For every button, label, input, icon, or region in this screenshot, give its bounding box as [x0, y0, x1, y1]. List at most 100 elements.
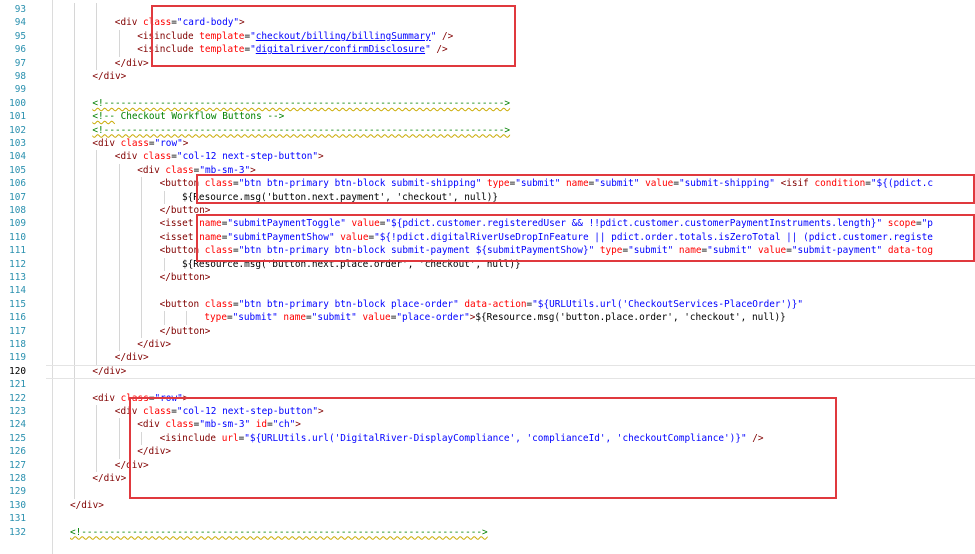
code-line[interactable]: 109 <isset name="submitPaymentToggle" val…	[0, 217, 975, 230]
code-text-line: <isinclude template="checkout/billing/bi…	[137, 30, 453, 43]
code-line[interactable]: 127 </div>	[0, 459, 975, 472]
code-text-line: </div>	[92, 70, 126, 83]
code-value: "card-body"	[176, 17, 240, 29]
code-line[interactable]: 116 type="submit" name="submit" value="pl…	[0, 311, 975, 324]
code-line[interactable]: 126 </div>	[0, 445, 975, 458]
code-text-line: </div>	[70, 499, 104, 512]
code-link: checkout/billing/billingSummary	[255, 30, 431, 42]
line-number: 128	[9, 473, 26, 484]
code-line[interactable]: 100 <!-----------------------------------…	[0, 97, 975, 110]
code-line[interactable]: 130 </div>	[0, 499, 975, 512]
code-attribute: value	[345, 218, 380, 230]
line-number: 94	[14, 17, 26, 29]
code-line[interactable]: 119 </div>	[0, 351, 975, 364]
code-line[interactable]: 96 <isinclude template="digitalriver/conf…	[0, 43, 975, 56]
code-area[interactable]: 93 94 <div class="card-body"> 95 <isinclude …	[0, 0, 975, 554]
code-tag: <isif	[774, 178, 815, 190]
code-line[interactable]: 128 </div>	[0, 472, 975, 485]
code-attribute: class	[165, 164, 194, 176]
code-attribute: class	[204, 178, 233, 190]
code-tag: <isinclude	[137, 44, 200, 56]
code-tag: />	[430, 44, 448, 56]
code-line[interactable]: 123 <div class="col-12 next-step-button">	[0, 405, 975, 418]
code-link: digitalriver/confirmDisclosure	[255, 44, 426, 56]
code-line[interactable]: 105 <div class="mb-sm-3">	[0, 164, 975, 177]
code-tag: </div>	[92, 71, 127, 82]
code-line[interactable]: 102 <!-----------------------------------…	[0, 124, 975, 137]
code-text-line: <!--------------------------------------…	[92, 124, 510, 137]
code-line[interactable]: 108 </button>	[0, 204, 975, 217]
code-line[interactable]: 97 </div>	[0, 57, 975, 70]
code-value: "col-12 next-step-button"	[176, 151, 319, 163]
code-text-line: <button class="btn btn-primary btn-block…	[160, 177, 933, 190]
code-tag: >	[182, 392, 189, 404]
code-comment: <!--------------------------------------…	[70, 526, 488, 538]
code-line[interactable]: 111 <button class="btn btn-primary btn-bl…	[0, 244, 975, 257]
code-line[interactable]: 106 <button class="btn btn-primary btn-bl…	[0, 177, 975, 190]
line-number: 107	[9, 191, 26, 203]
code-tag: <div	[137, 419, 166, 431]
code-line[interactable]: 94 <div class="card-body">	[0, 16, 975, 29]
code-line[interactable]: 120 </div>	[0, 364, 975, 380]
line-number: 105	[9, 164, 26, 176]
code-line[interactable]: 104 <div class="col-12 next-step-button">	[0, 150, 975, 163]
code-comment: <!--------------------------------------…	[92, 97, 511, 109]
code-attribute: type	[204, 312, 227, 324]
line-number: 99	[14, 84, 26, 96]
code-line[interactable]: 125 <isinclude url="${URLUtils.url('Digit…	[0, 432, 975, 445]
line-number: 124	[9, 419, 26, 431]
line-number: 115	[9, 298, 26, 310]
code-line[interactable]: 114	[0, 284, 975, 297]
line-number: 97	[14, 57, 26, 69]
line-number: 117	[9, 325, 26, 337]
code-tag: <div	[92, 138, 121, 149]
code-tag: <isinclude	[137, 30, 200, 42]
code-tag: </div>	[92, 473, 127, 484]
code-text-line: <!--------------------------------------…	[92, 97, 510, 110]
code-line[interactable]: 112 ${Resource.msg('button.next.place.ord…	[0, 258, 975, 271]
code-line[interactable]: 99	[0, 83, 975, 96]
code-line[interactable]: 129	[0, 485, 975, 498]
code-text-line: </div>	[115, 459, 149, 472]
code-line[interactable]: 131	[0, 512, 975, 525]
code-line[interactable]: 101 <!-- Checkout Workflow Buttons -->	[0, 110, 975, 123]
code-line[interactable]: 95 <isinclude template="checkout/billing/…	[0, 30, 975, 43]
line-number: 113	[9, 272, 26, 283]
code-editor[interactable]: 93 94 <div class="card-body"> 95 <isinclude …	[0, 0, 975, 554]
code-value: "submit"	[707, 245, 753, 257]
code-line[interactable]: 113 </button>	[0, 271, 975, 284]
code-value: "col-12 next-step-button"	[176, 406, 319, 417]
code-tag: <div	[92, 392, 121, 404]
code-value: "submit"	[594, 178, 640, 190]
code-value: "submit"	[311, 312, 357, 324]
line-number: 116	[9, 312, 26, 324]
code-text-line: <div class="col-12 next-step-button">	[115, 150, 324, 163]
code-tag: </div>	[92, 365, 127, 377]
code-line[interactable]: 107 ${Resource.msg('button.next.payment',…	[0, 191, 975, 204]
code-line[interactable]: 110 <isset name="submitPaymentShow" value…	[0, 231, 975, 244]
code-text: ${Resource.msg('button.next.payment', 'c…	[182, 191, 499, 203]
code-line[interactable]: 121	[0, 378, 975, 391]
line-number: 108	[9, 205, 26, 216]
code-line[interactable]: 115 <button class="btn btn-primary btn-bl…	[0, 298, 975, 311]
code-text: ${Resource.msg('button.next.place.order'…	[182, 258, 521, 270]
code-text-line: <isset name="submitPaymentShow" value="$…	[160, 231, 933, 244]
code-line[interactable]: 117 </button>	[0, 325, 975, 338]
code-text-line: <!--------------------------------------…	[70, 526, 488, 539]
code-line[interactable]: 98 </div>	[0, 70, 975, 83]
code-line[interactable]: 124 <div class="mb-sm-3" id="ch">	[0, 418, 975, 431]
code-line[interactable]: 132 <!-----------------------------------…	[0, 526, 975, 539]
code-attribute: scope	[882, 218, 916, 230]
code-text-line: <div class="row">	[92, 137, 188, 150]
code-value: "submit"	[628, 245, 674, 257]
code-value: "submitPaymentShow"	[227, 231, 335, 243]
code-value: "mb-sm-3"	[199, 419, 251, 431]
code-line[interactable]: 93	[0, 3, 975, 16]
code-line[interactable]: 122 <div class="row">	[0, 392, 975, 405]
code-value: "place-order"	[396, 312, 470, 324]
code-line[interactable]: 103 <div class="row">	[0, 137, 975, 150]
line-number: 98	[14, 71, 26, 82]
code-line[interactable]: 118 </div>	[0, 338, 975, 351]
code-text-line: </div>	[115, 351, 149, 364]
line-number: 132	[9, 526, 26, 538]
